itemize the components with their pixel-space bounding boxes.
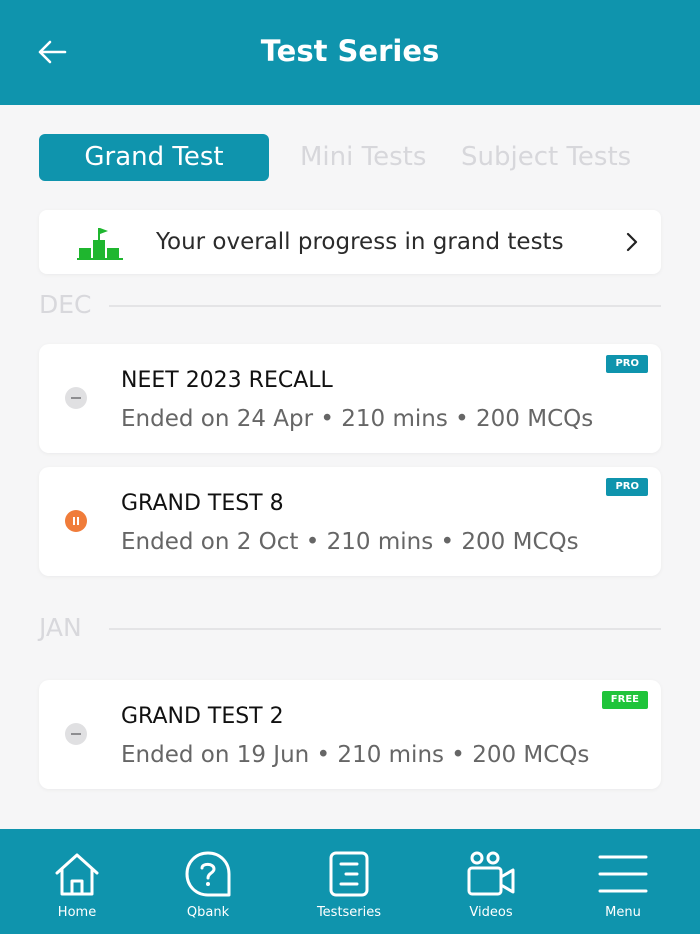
main-content: Grand Test Mini Tests Subject Tests Your…	[0, 105, 700, 829]
home-icon	[55, 853, 99, 896]
test-name: GRAND TEST 8	[121, 491, 284, 516]
month-label: JAN	[39, 613, 82, 642]
test-name: NEET 2023 RECALL	[121, 368, 333, 393]
nav-home[interactable]: Home	[17, 829, 137, 934]
nav-label: Qbank	[186, 905, 230, 920]
test-card[interactable]: GRAND TEST 8 Ended on 2 Oct • 210 mins •…	[39, 467, 661, 576]
pro-badge: PRO	[606, 355, 648, 373]
test-list-icon	[329, 851, 369, 897]
free-badge: FREE	[601, 691, 648, 709]
nav-label: Testseries	[316, 905, 382, 920]
progress-text: Your overall progress in grand tests	[156, 229, 564, 255]
nav-testseries[interactable]: Testseries	[289, 829, 409, 934]
paused-status-icon	[65, 510, 87, 532]
nav-qbank[interactable]: Qbank	[148, 829, 268, 934]
test-card[interactable]: NEET 2023 RECALL Ended on 24 Apr • 210 m…	[39, 344, 661, 453]
test-meta: Ended on 19 Jun • 210 mins • 200 MCQs	[121, 742, 590, 768]
tab-subject-tests[interactable]: Subject Tests	[461, 134, 631, 181]
test-meta: Ended on 24 Apr • 210 mins • 200 MCQs	[121, 406, 594, 432]
overall-progress-card[interactable]: Your overall progress in grand tests	[39, 210, 661, 274]
month-label: DEC	[39, 290, 92, 319]
test-name: GRAND TEST 2	[121, 704, 284, 729]
top-app-bar: Test Series	[0, 0, 700, 105]
chevron-right-icon	[626, 232, 638, 252]
nav-label: Videos	[469, 905, 513, 920]
test-meta: Ended on 2 Oct • 210 mins • 200 MCQs	[121, 529, 579, 555]
tab-bar: Grand Test Mini Tests Subject Tests	[0, 134, 700, 181]
tab-grand-test[interactable]: Grand Test	[39, 134, 269, 181]
nav-label: Menu	[605, 905, 641, 920]
month-header-dec: DEC	[39, 289, 661, 321]
bottom-navigation: Home Qbank Testseries Videos Menu	[0, 829, 700, 934]
podium-flag-icon	[77, 228, 123, 260]
page-title: Test Series	[260, 34, 440, 68]
test-card[interactable]: GRAND TEST 2 Ended on 19 Jun • 210 mins …	[39, 680, 661, 789]
month-header-jan: JAN	[39, 612, 661, 644]
nav-label: Home	[57, 905, 97, 920]
question-bubble-icon	[185, 851, 231, 897]
pro-badge: PRO	[606, 478, 648, 496]
ended-status-icon	[65, 723, 87, 745]
hamburger-menu-icon	[598, 855, 648, 893]
nav-menu[interactable]: Menu	[563, 829, 683, 934]
video-camera-icon	[467, 851, 515, 896]
divider	[109, 628, 661, 630]
ended-status-icon	[65, 387, 87, 409]
divider	[109, 305, 661, 307]
nav-videos[interactable]: Videos	[431, 829, 551, 934]
tab-mini-tests[interactable]: Mini Tests	[300, 134, 426, 181]
